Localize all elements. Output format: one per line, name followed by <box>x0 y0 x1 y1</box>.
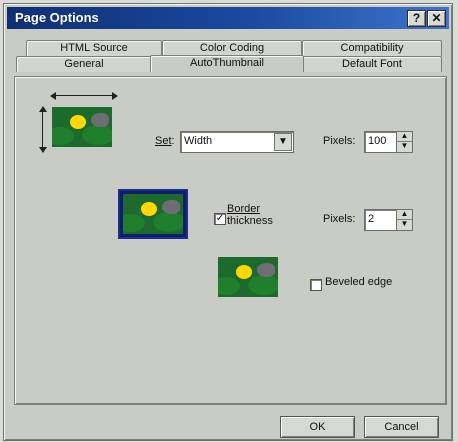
set-label: Set: <box>155 135 175 147</box>
tab-color-coding[interactable]: Color Coding <box>162 40 302 56</box>
pixels-value-1: 100 <box>368 135 387 147</box>
arrow-up-small-icon <box>39 106 47 112</box>
arrow-right-icon <box>112 92 118 100</box>
tab-general[interactable]: General <box>16 56 152 72</box>
pixels-stepper-1[interactable]: ▲ ▼ <box>396 131 413 153</box>
help-button[interactable]: ? <box>407 10 426 27</box>
arrow-left-icon <box>50 92 56 100</box>
pixels-stepper-2[interactable]: ▲ ▼ <box>396 209 413 231</box>
pixels-value-2: 2 <box>368 213 375 225</box>
border-label-line1: Border <box>227 203 261 215</box>
check-icon: ✓ <box>215 213 225 224</box>
set-dropdown[interactable]: Width ▼ <box>180 131 294 153</box>
arrow-down-icon[interactable]: ▼ <box>397 220 412 229</box>
window-title: Page Options <box>15 10 99 25</box>
height-indicator-line <box>42 109 43 149</box>
set-dropdown-value: Width <box>184 135 213 147</box>
thumbnail-preview-size <box>52 107 112 147</box>
tab-compatibility[interactable]: Compatibility <box>302 40 442 56</box>
beveled-edge-checkbox[interactable] <box>310 279 322 291</box>
title-bar: Page Options ? ✕ <box>7 7 449 29</box>
set-label-text: Set <box>155 135 172 147</box>
border-label-line2: thickness <box>227 215 273 227</box>
page-options-dialog: Page Options ? ✕ HTML Source Color Codin… <box>3 3 453 441</box>
close-button[interactable]: ✕ <box>427 10 446 27</box>
pixels-input-1[interactable]: 100 <box>364 131 397 153</box>
thumbnail-preview-border <box>118 189 188 239</box>
arrow-down-icon[interactable]: ▼ <box>397 142 412 151</box>
ok-button[interactable]: OK <box>280 416 355 438</box>
pixels-input-2[interactable]: 2 <box>364 209 397 231</box>
tab-default-font[interactable]: Default Font <box>302 56 442 72</box>
chevron-down-icon[interactable]: ▼ <box>274 133 292 151</box>
border-thickness-checkbox[interactable]: ✓ <box>214 213 226 225</box>
tab-html-source[interactable]: HTML Source <box>26 40 162 56</box>
thumbnail-preview-beveled <box>218 257 278 297</box>
tab-autothumbnail[interactable]: AutoThumbnail <box>150 55 304 72</box>
border-thickness-label: Border thickness <box>227 203 273 227</box>
pixels-label-2: Pixels: <box>323 213 356 225</box>
width-indicator-line <box>54 95 114 96</box>
arrow-down-small-icon <box>39 147 47 153</box>
pixels-label-1: Pixels: <box>323 135 356 147</box>
cancel-button[interactable]: Cancel <box>364 416 439 438</box>
autothumbnail-panel: Set: Width ▼ Pixels: 100 ▲ ▼ ✓ Border th… <box>14 76 447 405</box>
beveled-edge-label: Beveled edge <box>325 276 393 288</box>
